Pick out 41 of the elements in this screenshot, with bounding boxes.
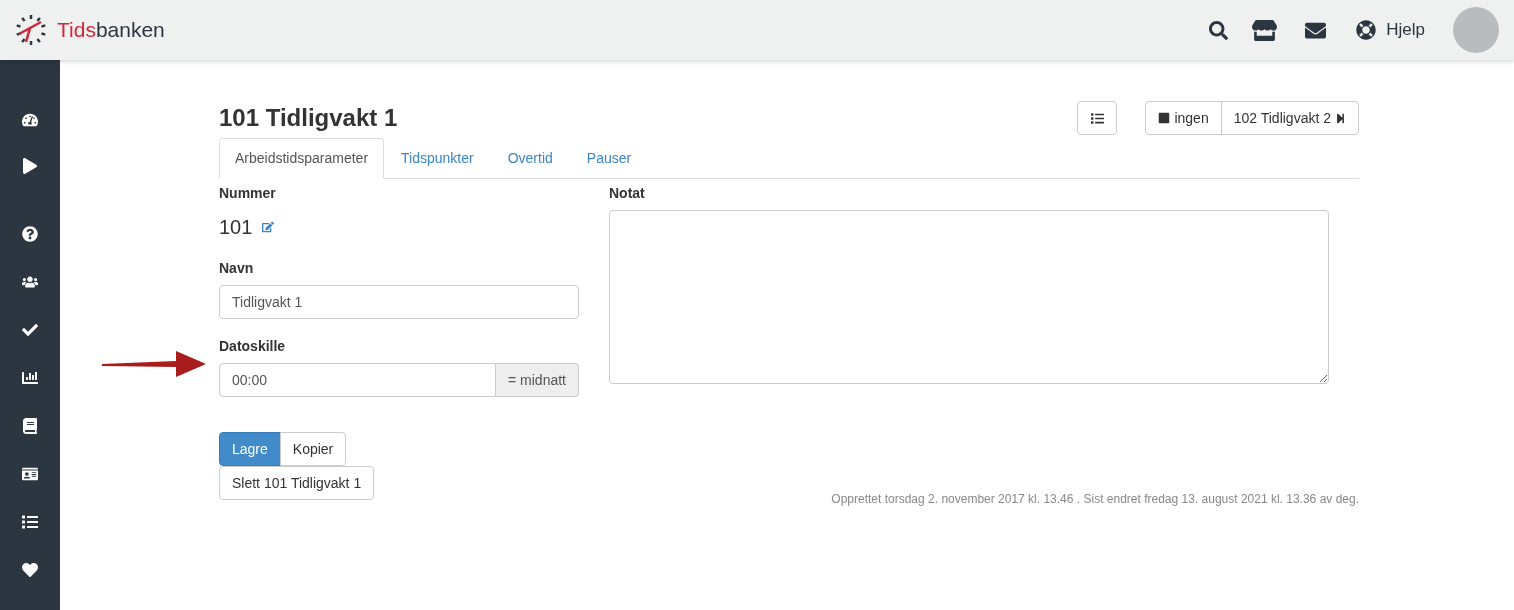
logo-wordmark[interactable]: Tidsbanken	[57, 14, 165, 46]
field-label: Notat	[609, 184, 646, 203]
list-button[interactable]	[1077, 101, 1118, 135]
store-icon[interactable]	[1252, 17, 1278, 43]
checkmark-icon[interactable]	[22, 322, 38, 338]
users-icon[interactable]	[22, 274, 38, 290]
play-icon[interactable]	[22, 158, 38, 174]
tab[interactable]: Arbeidstidsparameter	[219, 138, 385, 179]
clock-logo-icon	[15, 14, 47, 46]
search-icon[interactable]	[1209, 20, 1229, 40]
primary-button[interactable]: Lagre	[219, 432, 281, 466]
list-icon[interactable]	[22, 514, 38, 530]
field-label: Nummer	[219, 184, 277, 203]
tab[interactable]: Pauser	[569, 138, 649, 178]
heart-icon[interactable]	[22, 562, 38, 578]
life-ring-icon[interactable]	[1356, 20, 1377, 40]
list-icon	[1090, 111, 1104, 125]
previous-button[interactable]: ingen	[1146, 102, 1222, 134]
name-field[interactable]: Tidligvakt 1	[219, 285, 579, 319]
delete-button[interactable]: Slett 101 Tidligvakt 1	[219, 466, 375, 500]
number-value: 101	[219, 215, 253, 240]
dashboard-icon[interactable]	[22, 112, 38, 128]
date-separator-field[interactable]: 00:00	[219, 363, 496, 397]
book-icon[interactable]	[22, 418, 38, 434]
tab[interactable]: Tidspunkter	[384, 138, 491, 178]
help-icon[interactable]	[22, 226, 38, 242]
bar-chart-icon[interactable]	[22, 370, 38, 386]
timestamp-note: Opprettet torsdag 2. november 2017 kl. 13.46 . Sist endret fredag 13. august 2021 kl. 13.36 av deg.	[831, 491, 1359, 508]
page-title: 101 Tidligvakt 1	[219, 103, 398, 133]
secondary-button[interactable]: Kopier	[279, 432, 347, 466]
input-addon: = midnatt	[496, 363, 579, 397]
id-card-icon[interactable]	[22, 466, 38, 482]
edit-icon[interactable]	[262, 221, 275, 233]
field-label: Navn	[219, 259, 255, 278]
help-link[interactable]: Hjelp	[1386, 17, 1425, 43]
tab[interactable]: Overtid	[490, 138, 570, 178]
skip-forward-icon	[1335, 112, 1346, 124]
field-label: Datoskille	[219, 337, 287, 356]
stop-icon	[1158, 112, 1171, 124]
next-button[interactable]: 102 Tidligvakt 2	[1221, 102, 1358, 134]
note-field[interactable]	[609, 210, 1329, 384]
